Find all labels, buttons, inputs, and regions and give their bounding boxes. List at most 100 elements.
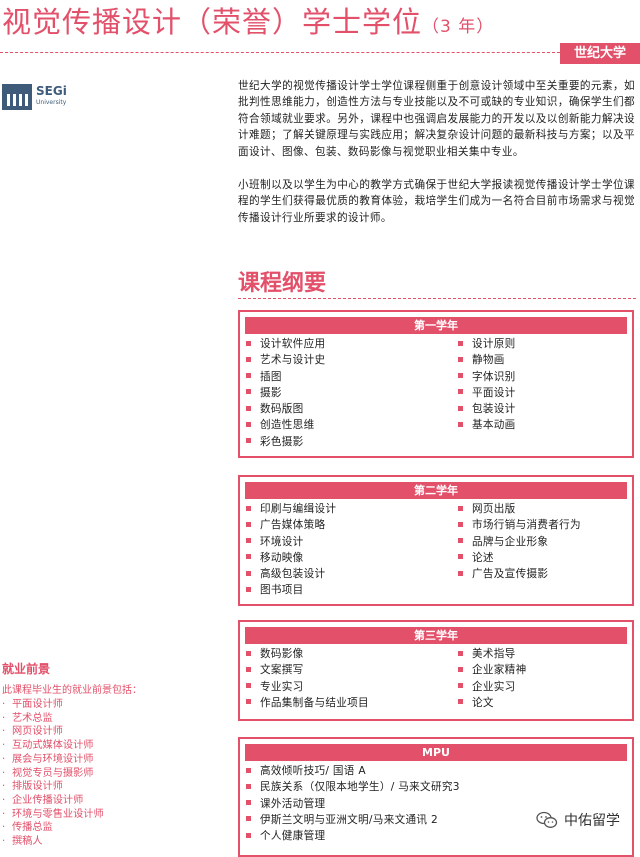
bullet-icon [246, 405, 251, 411]
bullet-icon [246, 389, 251, 395]
duration: （3 年） [422, 17, 495, 37]
bullet-icon [246, 356, 251, 362]
bullet-icon [458, 666, 463, 672]
bullet-icon [458, 405, 463, 411]
bullet-icon [246, 438, 251, 444]
bullet-icon [246, 767, 251, 773]
career-item: · 网页设计师 [2, 726, 63, 738]
course-item: 作品集制备与结业项目 [246, 695, 369, 711]
bullet-icon [246, 832, 251, 838]
course-item: 高级包装设计 [246, 566, 336, 582]
year-heading: 第二学年 [245, 482, 627, 499]
bullet-icon [458, 389, 463, 395]
course-item: 创造性思维 [246, 417, 325, 433]
bullet-icon [246, 666, 251, 672]
course-item: 论文 [458, 695, 526, 711]
career-item: · 视觉专员与摄影师 [2, 767, 94, 779]
bullet-icon [246, 650, 251, 656]
career-item: · 撰稿人 [2, 836, 43, 848]
course-item: 设计软件应用 [246, 336, 325, 352]
course-item: 专业实习 [246, 679, 369, 695]
career-list: · 平面设计师 · 艺术总监 · 网页设计师 · 互动式媒体设计师 · 展会与环境设计师 … [2, 698, 104, 849]
outline-divider [238, 298, 636, 299]
bullet-icon [458, 373, 463, 379]
bullet-icon [246, 505, 251, 511]
course-item: 市场行销与消费者行为 [458, 517, 581, 533]
course-item: 高效倾听技巧/ 国语 A [246, 763, 460, 779]
course-item: 包装设计 [458, 401, 516, 417]
course-item: 设计原则 [458, 336, 516, 352]
course-item: 图书项目 [246, 582, 336, 598]
career-item: · 展会与环境设计师 [2, 753, 94, 765]
course-item: 文案撰写 [246, 662, 369, 678]
course-item: 企业家精神 [458, 662, 526, 678]
title-divider [0, 52, 560, 53]
logo-name: SEGi [36, 84, 67, 98]
intro-paragraph: 小班制以及以学生为中心的教学方式确保于世纪大学报读视觉传播设计学士学位课程的学生… [238, 179, 635, 224]
bullet-icon [246, 554, 251, 560]
page-title: 视觉传播设计（荣誉）学士学位（3 年） [2, 5, 495, 39]
bullet-icon [458, 521, 463, 527]
course-item: 环境设计 [246, 534, 336, 550]
course-item: 摄影 [246, 385, 325, 401]
year-1-right-column: 设计原则 静物画 字体识别 平面设计 包装设计 基本动画 [458, 336, 516, 434]
course-item: 企业实习 [458, 679, 526, 695]
course-item: 静物画 [458, 352, 516, 368]
bullet-icon [246, 340, 251, 346]
course-item: 移动映像 [246, 550, 336, 566]
career-intro: 此课程毕业生的就业前景包括： [2, 685, 142, 696]
course-item: 伊斯兰文明与亚洲文明/马来文通讯 2 [246, 812, 460, 828]
career-item: · 互动式媒体设计师 [2, 740, 94, 752]
mpu-box: MPU 高效倾听技巧/ 国语 A 民族关系（仅限本地学生）/ 马来文研究3 课外… [238, 737, 634, 857]
bullet-icon [246, 783, 251, 789]
bullet-icon [458, 421, 463, 427]
wechat-icon [536, 811, 558, 828]
bullet-icon [458, 538, 463, 544]
bullet-icon [458, 340, 463, 346]
year-2-left-column: 印刷与编缉设计 广告媒体策略 环境设计 移动映像 高级包装设计 图书项目 [246, 501, 336, 599]
year-1-box: 第一学年 设计软件应用 艺术与设计史 插图 摄影 数码版图 创造性思维 彩色摄影… [238, 310, 634, 458]
year-3-box: 第三学年 数码影像 文案撰写 专业实习 作品集制备与结业项目 美术指导 企业家精… [238, 620, 634, 721]
course-item: 民族关系（仅限本地学生）/ 马来文研究3 [246, 779, 460, 795]
course-item: 彩色摄影 [246, 434, 325, 450]
year-3-left-column: 数码影像 文案撰写 专业实习 作品集制备与结业项目 [246, 646, 369, 711]
bullet-icon [458, 356, 463, 362]
segi-logo-icon [2, 84, 32, 110]
bullet-icon [246, 538, 251, 544]
career-title: 就业前景 [2, 662, 51, 676]
course-item: 广告及宣传摄影 [458, 566, 581, 582]
year-heading: 第一学年 [245, 317, 627, 334]
course-item: 数码版图 [246, 401, 325, 417]
career-item: · 平面设计师 [2, 699, 63, 710]
bullet-icon [246, 683, 251, 689]
university-badge: 世纪大学 [560, 43, 640, 64]
course-item: 网页出版 [458, 501, 581, 517]
bullet-icon [246, 699, 251, 705]
bullet-icon [246, 800, 251, 806]
bullet-icon [246, 373, 251, 379]
year-heading: 第三学年 [245, 627, 627, 644]
bullet-icon [246, 816, 251, 822]
bullet-icon [246, 521, 251, 527]
mpu-column: 高效倾听技巧/ 国语 A 民族关系（仅限本地学生）/ 马来文研究3 课外活动管理… [246, 763, 460, 844]
year-3-right-column: 美术指导 企业家精神 企业实习 论文 [458, 646, 526, 711]
course-item: 品牌与企业形象 [458, 534, 581, 550]
bullet-icon [458, 554, 463, 560]
course-item: 数码影像 [246, 646, 369, 662]
year-1-left-column: 设计软件应用 艺术与设计史 插图 摄影 数码版图 创造性思维 彩色摄影 [246, 336, 325, 450]
year-heading: MPU [245, 744, 627, 761]
bullet-icon [246, 421, 251, 427]
logo-subtitle: University [36, 99, 67, 106]
course-item: 个人健康管理 [246, 828, 460, 844]
course-item: 课外活动管理 [246, 796, 460, 812]
career-item: · 传播总监 [2, 822, 53, 834]
course-item: 论述 [458, 550, 581, 566]
bullet-icon [458, 650, 463, 656]
bullet-icon [458, 570, 463, 576]
watermark-text: 中佑留学 [564, 813, 620, 829]
outline-title: 课程纲要 [238, 271, 327, 296]
course-item: 广告媒体策略 [246, 517, 336, 533]
course-item: 字体识别 [458, 369, 516, 385]
course-item: 插图 [246, 369, 325, 385]
watermark: 中佑留学 [536, 810, 620, 830]
